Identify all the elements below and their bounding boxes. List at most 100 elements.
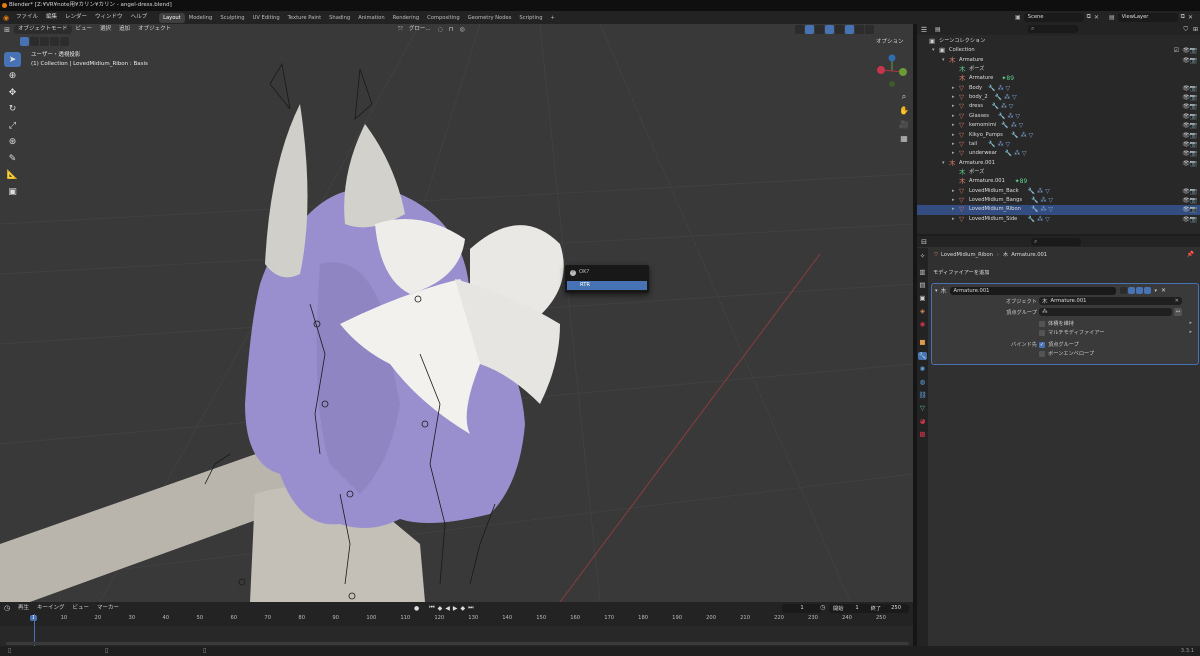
display-mode-icon[interactable]: ▤ <box>935 26 941 33</box>
bind-vertex-groups-checkbox[interactable]: ✓ <box>1039 341 1045 348</box>
timeline-ruler[interactable]: 1102030405060708090100110120130140150160… <box>0 614 913 626</box>
properties-search-input[interactable]: ⌕ <box>1031 237 1081 246</box>
view-layer-tab-icon[interactable]: ▣ <box>918 294 927 302</box>
proportional-edit-icon[interactable]: ◎ <box>460 26 465 33</box>
zoom-icon[interactable]: ⌕ <box>897 92 911 106</box>
outliner-row[interactable]: ▸ ▽ Kikyo_Pumps 🔧 ⁂ ▽ 👁 📷 <box>917 131 1200 140</box>
multi-modifier-checkbox[interactable] <box>1039 329 1045 336</box>
outliner-row[interactable]: ▸ ▽ kemomimi 🔧 ⁂ ▽ 👁 📷 <box>917 121 1200 130</box>
camera-view-icon[interactable]: 🎥 <box>897 120 911 134</box>
menu-render[interactable]: レンダー <box>61 11 91 24</box>
outliner-search-input[interactable]: ⌕ <box>1028 25 1078 33</box>
expand-right-icon[interactable]: ▸ <box>952 84 955 93</box>
pivot-icon[interactable]: ◌ <box>438 26 443 33</box>
collapse-icon[interactable]: ▾ <box>935 288 938 294</box>
outliner-row[interactable]: ▣ シーンコレクション <box>917 37 1200 46</box>
render-camera-icon[interactable]: 📷 <box>1190 121 1197 130</box>
area-divider[interactable] <box>913 24 917 646</box>
preview-range-icon[interactable]: ◷ <box>820 604 825 611</box>
preserve-volume-row[interactable]: 体積を維持 <box>1039 320 1074 327</box>
world-tab-icon[interactable]: ◉ <box>918 320 927 328</box>
select-tool-icon[interactable]: ➤ <box>4 52 21 67</box>
shading-wireframe-icon[interactable] <box>835 25 844 34</box>
menu-edit[interactable]: 編集 <box>42 11 61 24</box>
outliner-row[interactable]: ▸ ▽ tail 🔧 ⁂ ▽ 👁 📷 <box>917 140 1200 149</box>
next-keyframe-icon[interactable]: ◆ <box>461 605 466 612</box>
end-frame-field[interactable]: 250 <box>891 605 901 611</box>
render-camera-icon[interactable]: 📷 <box>1190 56 1197 65</box>
prev-keyframe-icon[interactable]: ◆ <box>438 605 443 612</box>
exclude-checkbox-icon[interactable]: ☑ <box>1174 46 1179 55</box>
expand-down-icon[interactable]: ▾ <box>932 46 935 55</box>
overlay-toggle-icon[interactable] <box>815 25 824 34</box>
expand-right-icon[interactable]: ▸ <box>952 215 955 224</box>
render-camera-icon[interactable]: 📷 <box>1190 131 1197 140</box>
outliner-row[interactable]: ▾ ⽊ Armature.001 👁 📷 <box>917 159 1200 168</box>
bind-bone-envelopes-checkbox[interactable] <box>1039 350 1045 357</box>
timeline-scrollbar[interactable] <box>6 642 909 645</box>
outliner-row[interactable]: ▸ ▽ LovedMidium_Back 🔧 ⁂ ▽ 👁 📷 <box>917 187 1200 196</box>
multi-modifier-row[interactable]: マルチモディファイアー <box>1039 329 1104 336</box>
view-layer-selector[interactable]: ViewLayer <box>1117 12 1178 22</box>
properties-editor-type-icon[interactable]: ⊟ <box>917 238 931 246</box>
xray-toggle-icon[interactable] <box>825 25 834 34</box>
physics-tab-icon[interactable]: ◍ <box>918 378 927 386</box>
options-dropdown[interactable]: オプション <box>872 38 908 47</box>
menu-marker[interactable]: マーカー <box>93 604 123 613</box>
outliner-row[interactable]: ⽊ Armature.001 ✦89 <box>917 177 1200 186</box>
expand-right-icon[interactable]: ▸ <box>952 140 955 149</box>
texture-tab-icon[interactable]: ▩ <box>918 430 927 438</box>
menu-view[interactable]: ビュー <box>72 25 97 34</box>
modifier-name-input[interactable]: Armature.001 <box>949 286 1116 295</box>
render-camera-icon[interactable]: 📷 <box>1190 93 1197 102</box>
expand-right-icon[interactable]: ▸ <box>952 93 955 102</box>
expand-right-icon[interactable]: ▸ <box>952 205 955 214</box>
new-scene-icon[interactable]: ⧉ <box>1087 13 1091 21</box>
multi-modifier-arrow-icon[interactable]: ▸ <box>1189 329 1192 335</box>
render-camera-icon[interactable]: 📷 <box>1190 84 1197 93</box>
scene-selector[interactable]: Scene <box>1023 12 1084 22</box>
add-workspace-button[interactable]: + <box>547 13 559 23</box>
render-camera-icon[interactable]: 📷 <box>1190 112 1197 121</box>
outliner-row[interactable]: ⽊ Armature ✦89 <box>917 74 1200 83</box>
gizmo-x-dot[interactable] <box>877 66 885 74</box>
delete-view-layer-icon[interactable]: ✕ <box>1188 14 1193 21</box>
gizmo-toggle-icon[interactable] <box>805 25 814 34</box>
menu-file[interactable]: ファイル <box>12 11 42 24</box>
expand-down-icon[interactable]: ▾ <box>942 159 945 168</box>
record-icon[interactable]: ● <box>414 605 419 612</box>
render-camera-icon[interactable]: 📷 <box>1190 196 1197 205</box>
tab-uv-editing[interactable]: UV Editing <box>249 13 284 23</box>
vertex-group-field[interactable]: ⁂ <box>1039 308 1172 316</box>
start-frame-field[interactable]: 1 <box>855 605 858 611</box>
outliner-row[interactable]: ▸ ▽ LovedMidium_Side 🔧 ⁂ ▽ 👁 📷 <box>917 215 1200 224</box>
outliner-row[interactable]: ▸ ▽ Glasses 🔧 ⁂ ▽ 👁 📷 <box>917 112 1200 121</box>
select-invert-icon[interactable] <box>50 37 59 46</box>
scale-tool-icon[interactable]: ⤢ <box>4 118 21 133</box>
shading-material-icon[interactable] <box>855 25 864 34</box>
tab-shading[interactable]: Shading <box>325 13 354 23</box>
render-camera-icon[interactable]: 📷 <box>1190 159 1197 168</box>
object-tab-icon[interactable]: ■ <box>918 338 927 346</box>
jump-start-icon[interactable]: ⏮ <box>429 604 434 612</box>
play-icon[interactable]: ▶ <box>453 605 458 612</box>
tab-rendering[interactable]: Rendering <box>389 13 424 23</box>
menu-keying[interactable]: キーイング <box>33 604 69 613</box>
edit-mode-toggle-icon[interactable] <box>1119 287 1127 294</box>
outliner-row[interactable]: ▸ ▽ dress 🔧 ⁂ ▽ 👁 📷 <box>917 102 1200 111</box>
blender-menu-icon[interactable]: ◉ <box>0 11 12 24</box>
filter-icon[interactable]: ⛉ <box>1183 26 1188 34</box>
expand-right-icon[interactable]: ▸ <box>952 149 955 158</box>
select-new-icon[interactable] <box>20 37 29 46</box>
render-tab-icon[interactable]: ▥ <box>918 268 927 276</box>
bind-bone-envelopes-row[interactable]: ボーンエンベロープ <box>1039 350 1094 357</box>
scene-tab-icon[interactable]: ◈ <box>918 307 927 315</box>
transform-tool-icon[interactable]: ⊛ <box>4 135 21 150</box>
play-reverse-icon[interactable]: ◀ <box>445 605 450 612</box>
tool-tab-icon[interactable]: ✧ <box>918 252 927 260</box>
perspective-toggle-icon[interactable]: ▦ <box>897 134 911 148</box>
outliner-row[interactable]: ▸ ▽ LovedMidium_Bangs 🔧 ⁂ ▽ 👁 📷 <box>917 196 1200 205</box>
transform-orientation-selector[interactable]: グロー... <box>405 25 435 34</box>
select-extend-icon[interactable] <box>30 37 39 46</box>
timeline-editor-type-icon[interactable]: ◷ <box>0 604 14 612</box>
